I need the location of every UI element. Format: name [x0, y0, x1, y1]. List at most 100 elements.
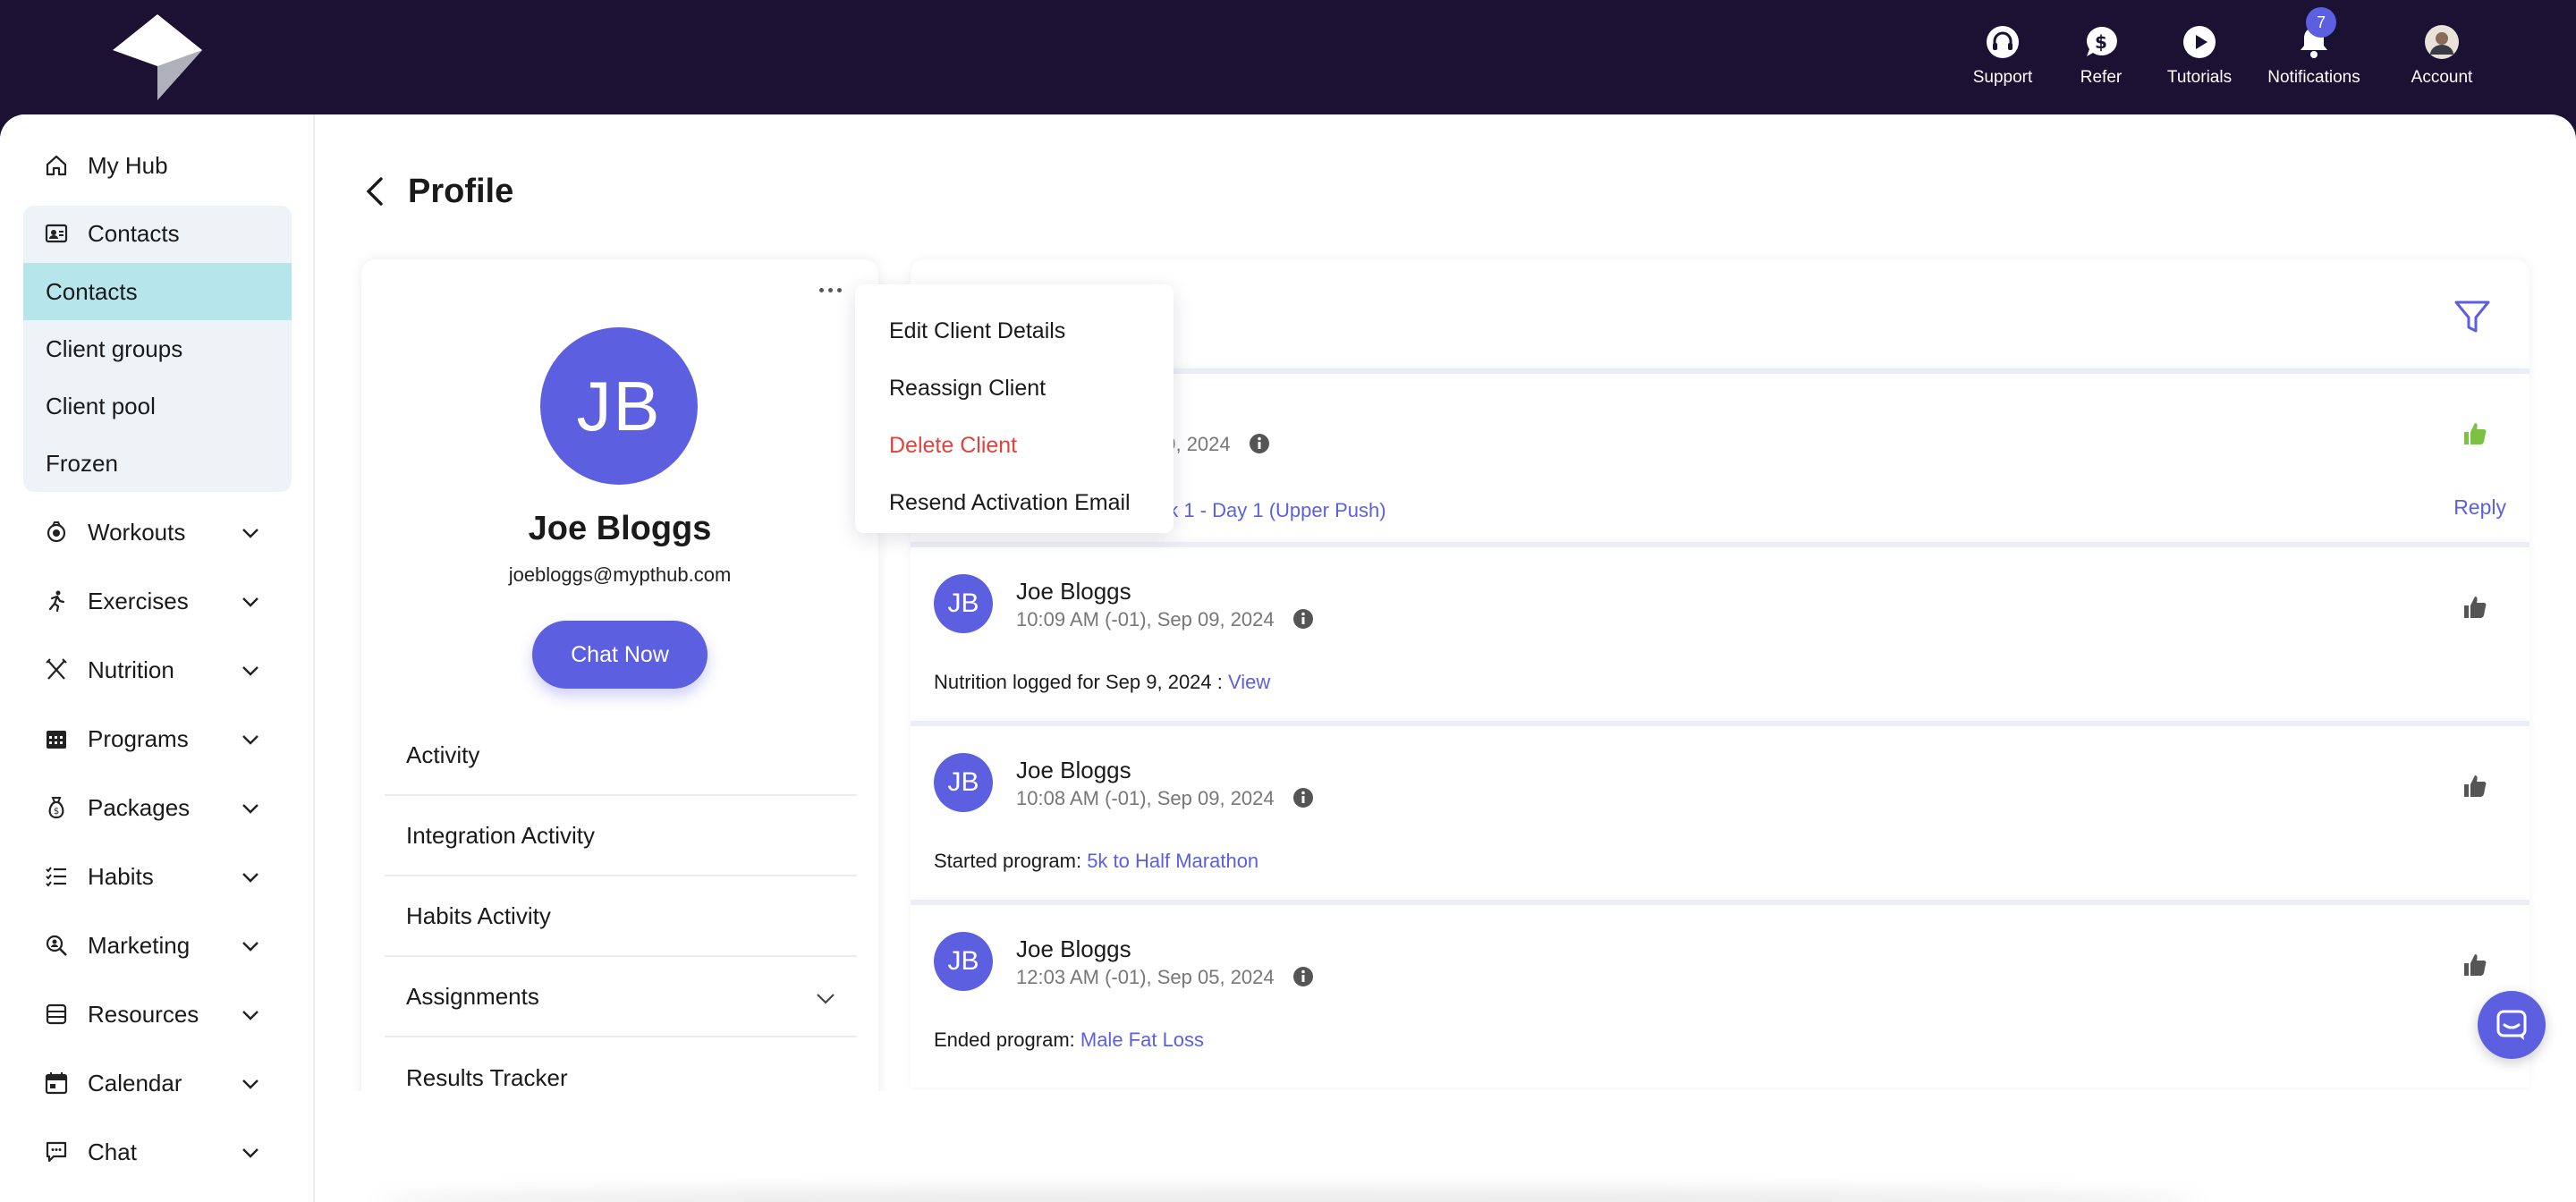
- sidebar-item-resources[interactable]: Resources: [23, 992, 292, 1037]
- info-icon[interactable]: [1292, 787, 1314, 808]
- sidebar-item-habits[interactable]: Habits: [23, 854, 292, 899]
- info-icon[interactable]: [1292, 608, 1314, 630]
- sidebar-item-programs[interactable]: Programs: [23, 716, 292, 761]
- support-chat-button[interactable]: [2478, 991, 2546, 1059]
- calendar-grid-icon: [43, 725, 70, 752]
- feed-item-avatar: JB: [934, 574, 993, 633]
- info-icon[interactable]: [1249, 433, 1270, 454]
- sidebar-item-label: Nutrition: [88, 656, 174, 683]
- sidebar-item-label: Exercises: [88, 587, 189, 614]
- sidebar-sub-client-groups[interactable]: Client groups: [23, 320, 292, 377]
- reply-link[interactable]: Reply: [2453, 495, 2506, 520]
- chevron-down-icon: [242, 597, 258, 607]
- home-icon: [43, 152, 70, 179]
- sidebar-item-exercises[interactable]: Exercises: [23, 579, 292, 623]
- account-nav-item[interactable]: Account: [2379, 20, 2504, 95]
- sidebar-item-contacts[interactable]: Contacts: [23, 211, 292, 256]
- feed-item-avatar: JB: [934, 932, 993, 991]
- svg-text:$: $: [2095, 31, 2107, 53]
- database-icon: [43, 1001, 70, 1028]
- sidebar-sub-contacts[interactable]: Contacts: [23, 263, 292, 320]
- menu-edit-client-details[interactable]: Edit Client Details: [855, 302, 1174, 360]
- refer-label: Refer: [2080, 68, 2123, 87]
- feed-item-time: 10:09 AM (-01), Sep 09, 2024: [1016, 608, 1314, 631]
- money-bag-icon: $: [43, 794, 70, 821]
- sidebar-sub-frozen[interactable]: Frozen: [23, 435, 292, 492]
- support-label: Support: [1972, 68, 2033, 87]
- sidebar-item-label: Chat: [88, 1138, 137, 1165]
- chevron-down-icon: [242, 666, 258, 676]
- section-integration-activity[interactable]: Integration Activity: [385, 796, 857, 876]
- messenger-icon: [2496, 1010, 2527, 1040]
- feed-item-name: Joe Bloggs: [1016, 935, 1131, 962]
- notifications-nav-item[interactable]: Notifications 7: [2249, 7, 2379, 95]
- feed-item-text: Nutrition logged for Sep 9, 2024 : View: [934, 671, 1271, 693]
- chevron-down-icon: [817, 994, 835, 1004]
- sidebar-item-label: Marketing: [88, 931, 191, 959]
- bottom-band: [315, 1091, 2576, 1202]
- section-assignments[interactable]: Assignments: [385, 957, 857, 1037]
- info-icon[interactable]: [1292, 966, 1314, 987]
- sidebar-sub-client-pool[interactable]: Client pool: [23, 377, 292, 435]
- sidebar-item-workouts[interactable]: Workouts: [23, 510, 292, 554]
- sidebar-item-chat[interactable]: Chat: [23, 1130, 292, 1174]
- sidebar-item-label: Habits: [88, 862, 154, 890]
- feed-item-link[interactable]: ek 1 - Day 1 (Upper Push): [1157, 499, 1386, 521]
- sidebar-item-my-hub[interactable]: My Hub: [23, 143, 292, 188]
- sidebar-item-label: Calendar: [88, 1069, 182, 1096]
- brand-logo[interactable]: [113, 14, 202, 100]
- sidebar-item-packages[interactable]: $ Packages: [23, 785, 292, 830]
- feed-item-link[interactable]: 5k to Half Marathon: [1087, 850, 1258, 872]
- sidebar-item-label: Contacts: [88, 219, 180, 247]
- page-header: Profile: [361, 165, 513, 218]
- profile-avatar: JB: [540, 327, 698, 485]
- filter-icon[interactable]: [2453, 297, 2492, 336]
- sidebar-item-nutrition[interactable]: Nutrition: [23, 648, 292, 692]
- section-habits-activity[interactable]: Habits Activity: [385, 876, 857, 957]
- top-bar: Support $ Refer Tutorials Notifications …: [0, 0, 2576, 114]
- feed-item-name: Joe Bloggs: [1016, 578, 1131, 605]
- thumbs-up-icon[interactable]: [2462, 594, 2488, 621]
- sidebar-item-marketing[interactable]: Marketing: [23, 923, 292, 968]
- feed-item-text: ek 1 - Day 1 (Upper Push): [1157, 499, 1386, 522]
- feed-item-link[interactable]: Male Fat Loss: [1080, 1028, 1204, 1051]
- chevron-down-icon: [242, 735, 258, 745]
- more-options-icon[interactable]: [819, 284, 846, 295]
- account-label: Account: [2411, 68, 2473, 87]
- svg-text:$: $: [54, 807, 59, 817]
- menu-delete-client[interactable]: Delete Client: [855, 417, 1174, 474]
- profile-name: Joe Bloggs: [528, 510, 712, 547]
- dollar-chat-icon: $: [2082, 23, 2120, 61]
- menu-reassign-client[interactable]: Reassign Client: [855, 360, 1174, 417]
- sidebar-item-calendar[interactable]: Calendar: [23, 1061, 292, 1105]
- feed-item-link[interactable]: View: [1228, 671, 1270, 693]
- main-shell: My Hub Contacts Contacts Client groups C…: [0, 114, 2576, 1202]
- feed-item-time: 10:08 AM (-01), Sep 09, 2024: [1016, 787, 1314, 810]
- thumbs-up-icon[interactable]: [2462, 773, 2488, 800]
- sidebar-item-label: My Hub: [88, 151, 168, 179]
- back-arrow-icon[interactable]: [361, 174, 390, 209]
- thumbs-up-icon[interactable]: [2462, 420, 2488, 447]
- thumbs-up-icon[interactable]: [2462, 952, 2488, 978]
- tutorials-label: Tutorials: [2166, 68, 2233, 87]
- chevron-down-icon: [242, 1079, 258, 1089]
- chevron-down-icon: [242, 1148, 258, 1158]
- utensils-icon: [43, 656, 70, 683]
- headset-icon: [1984, 23, 2021, 61]
- chat-now-button[interactable]: Chat Now: [532, 621, 708, 689]
- menu-resend-activation-email[interactable]: Resend Activation Email: [855, 474, 1174, 531]
- support-nav-item[interactable]: Support: [1953, 20, 2052, 95]
- play-icon: [2181, 23, 2218, 61]
- sidebar: My Hub Contacts Contacts Client groups C…: [0, 114, 315, 1202]
- sidebar-item-label: Packages: [88, 793, 191, 821]
- chevron-down-icon: [242, 873, 258, 883]
- tutorials-nav-item[interactable]: Tutorials: [2150, 20, 2249, 95]
- chevron-down-icon: [242, 529, 258, 538]
- section-activity[interactable]: Activity: [385, 715, 857, 796]
- refer-nav-item[interactable]: $ Refer: [2052, 20, 2150, 95]
- contact-card-icon: [43, 220, 70, 247]
- chat-bubble-icon: [43, 1139, 70, 1165]
- profile-card: JB Joe Bloggs joebloggs@mypthub.com Chat…: [361, 259, 878, 1202]
- feed-item-avatar: JB: [934, 753, 993, 812]
- feed-item-text: Started program: 5k to Half Marathon: [934, 850, 1259, 872]
